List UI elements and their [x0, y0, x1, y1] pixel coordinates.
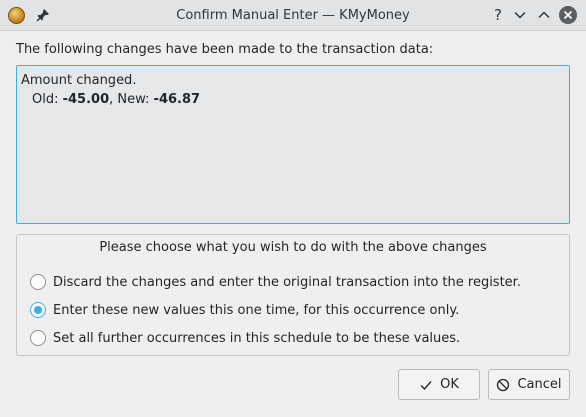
cancel-button[interactable]: Cancel	[488, 369, 570, 400]
confirm-dialog-window: Confirm Manual Enter — KMyMoney ? The fo…	[0, 0, 586, 417]
intro-text: The following changes have been made to …	[16, 42, 434, 57]
maximize-button[interactable]	[536, 7, 552, 23]
old-label: Old:	[32, 92, 63, 107]
radio-all-occurrences[interactable]	[30, 330, 46, 346]
check-icon	[420, 380, 432, 390]
minimize-button[interactable]	[512, 7, 528, 23]
cancel-label: Cancel	[517, 377, 562, 392]
choice-group-box: Please choose what you wish to do with t…	[16, 234, 570, 356]
option-all-occurrences[interactable]: Set all further occurrences in this sche…	[30, 329, 460, 347]
change-heading: Amount changed.	[21, 73, 137, 88]
title-bar[interactable]: Confirm Manual Enter — KMyMoney ?	[0, 0, 586, 31]
option-this-occurrence-label[interactable]: Enter these new values this one time, fo…	[53, 303, 459, 318]
option-this-occurrence[interactable]: Enter these new values this one time, fo…	[30, 301, 459, 319]
old-value: -45.00	[62, 92, 110, 107]
radio-discard[interactable]	[30, 274, 46, 290]
option-discard[interactable]: Discard the changes and enter the origin…	[30, 273, 521, 291]
help-button[interactable]: ?	[490, 7, 506, 23]
cancel-icon	[497, 378, 510, 391]
new-value: -46.87	[153, 92, 201, 107]
option-all-occurrences-label[interactable]: Set all further occurrences in this sche…	[53, 331, 460, 346]
choice-group-title: Please choose what you wish to do with t…	[99, 240, 487, 255]
ok-label: OK	[440, 377, 459, 392]
close-button[interactable]	[559, 6, 577, 24]
changes-text-area[interactable]: Amount changed. Old: -45.00, New: -46.87	[16, 65, 570, 224]
ok-button[interactable]: OK	[398, 369, 480, 400]
option-discard-label[interactable]: Discard the changes and enter the origin…	[53, 275, 521, 290]
radio-this-occurrence[interactable]	[30, 302, 46, 318]
new-label: , New:	[109, 92, 154, 107]
change-detail: Old: -45.00, New: -46.87	[21, 90, 565, 109]
